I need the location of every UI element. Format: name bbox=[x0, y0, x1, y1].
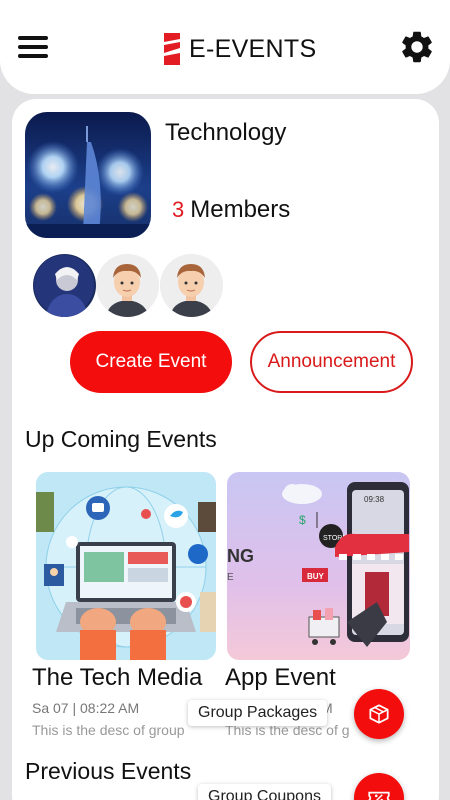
group-coupons-label[interactable]: Group Coupons bbox=[198, 784, 331, 800]
brand-logo-icon bbox=[164, 33, 180, 65]
upcoming-events-title: Up Coming Events bbox=[25, 426, 217, 452]
group-cover-image bbox=[25, 112, 151, 238]
app-brand: E-EVENTS bbox=[163, 32, 316, 66]
event-card-image[interactable]: NG E $ STORE 09:38 BUY bbox=[227, 472, 410, 660]
previous-events-title: Previous Events bbox=[25, 758, 192, 784]
buy-sign: BUY bbox=[307, 572, 325, 581]
svg-text:$: $ bbox=[299, 513, 306, 527]
member-count: 3 bbox=[172, 197, 185, 222]
group-name: Technology bbox=[165, 119, 287, 146]
banner-partial-text: E bbox=[227, 572, 234, 583]
coupon-icon bbox=[368, 791, 390, 800]
group-packages-button[interactable] bbox=[354, 689, 404, 739]
event-date: Sa 07 | 08:22 AM bbox=[32, 700, 140, 716]
create-event-button[interactable]: Create Event bbox=[70, 331, 232, 393]
event-card-image[interactable] bbox=[36, 472, 216, 660]
event-title: App Event bbox=[225, 664, 336, 691]
member-count-row: 3 Members bbox=[172, 196, 290, 224]
top-app-bar: E-EVENTS bbox=[0, 0, 450, 94]
member-cartoon-avatar[interactable] bbox=[96, 254, 159, 317]
banner-partial-text: NG bbox=[227, 546, 254, 566]
announcement-button[interactable]: Announcement bbox=[250, 331, 413, 393]
event-description: This is the desc of group bbox=[32, 722, 185, 738]
group-packages-label[interactable]: Group Packages bbox=[188, 700, 328, 726]
member-photo-avatar[interactable] bbox=[33, 254, 96, 317]
phone-time: 09:38 bbox=[364, 495, 385, 504]
member-label: Members bbox=[190, 196, 291, 223]
gear-icon[interactable] bbox=[398, 28, 436, 66]
package-icon bbox=[369, 704, 389, 724]
app-title: E-EVENTS bbox=[189, 34, 317, 63]
hamburger-menu-icon[interactable] bbox=[18, 36, 48, 58]
event-title: The Tech Media bbox=[32, 664, 203, 691]
member-cartoon-avatar[interactable] bbox=[160, 254, 223, 317]
